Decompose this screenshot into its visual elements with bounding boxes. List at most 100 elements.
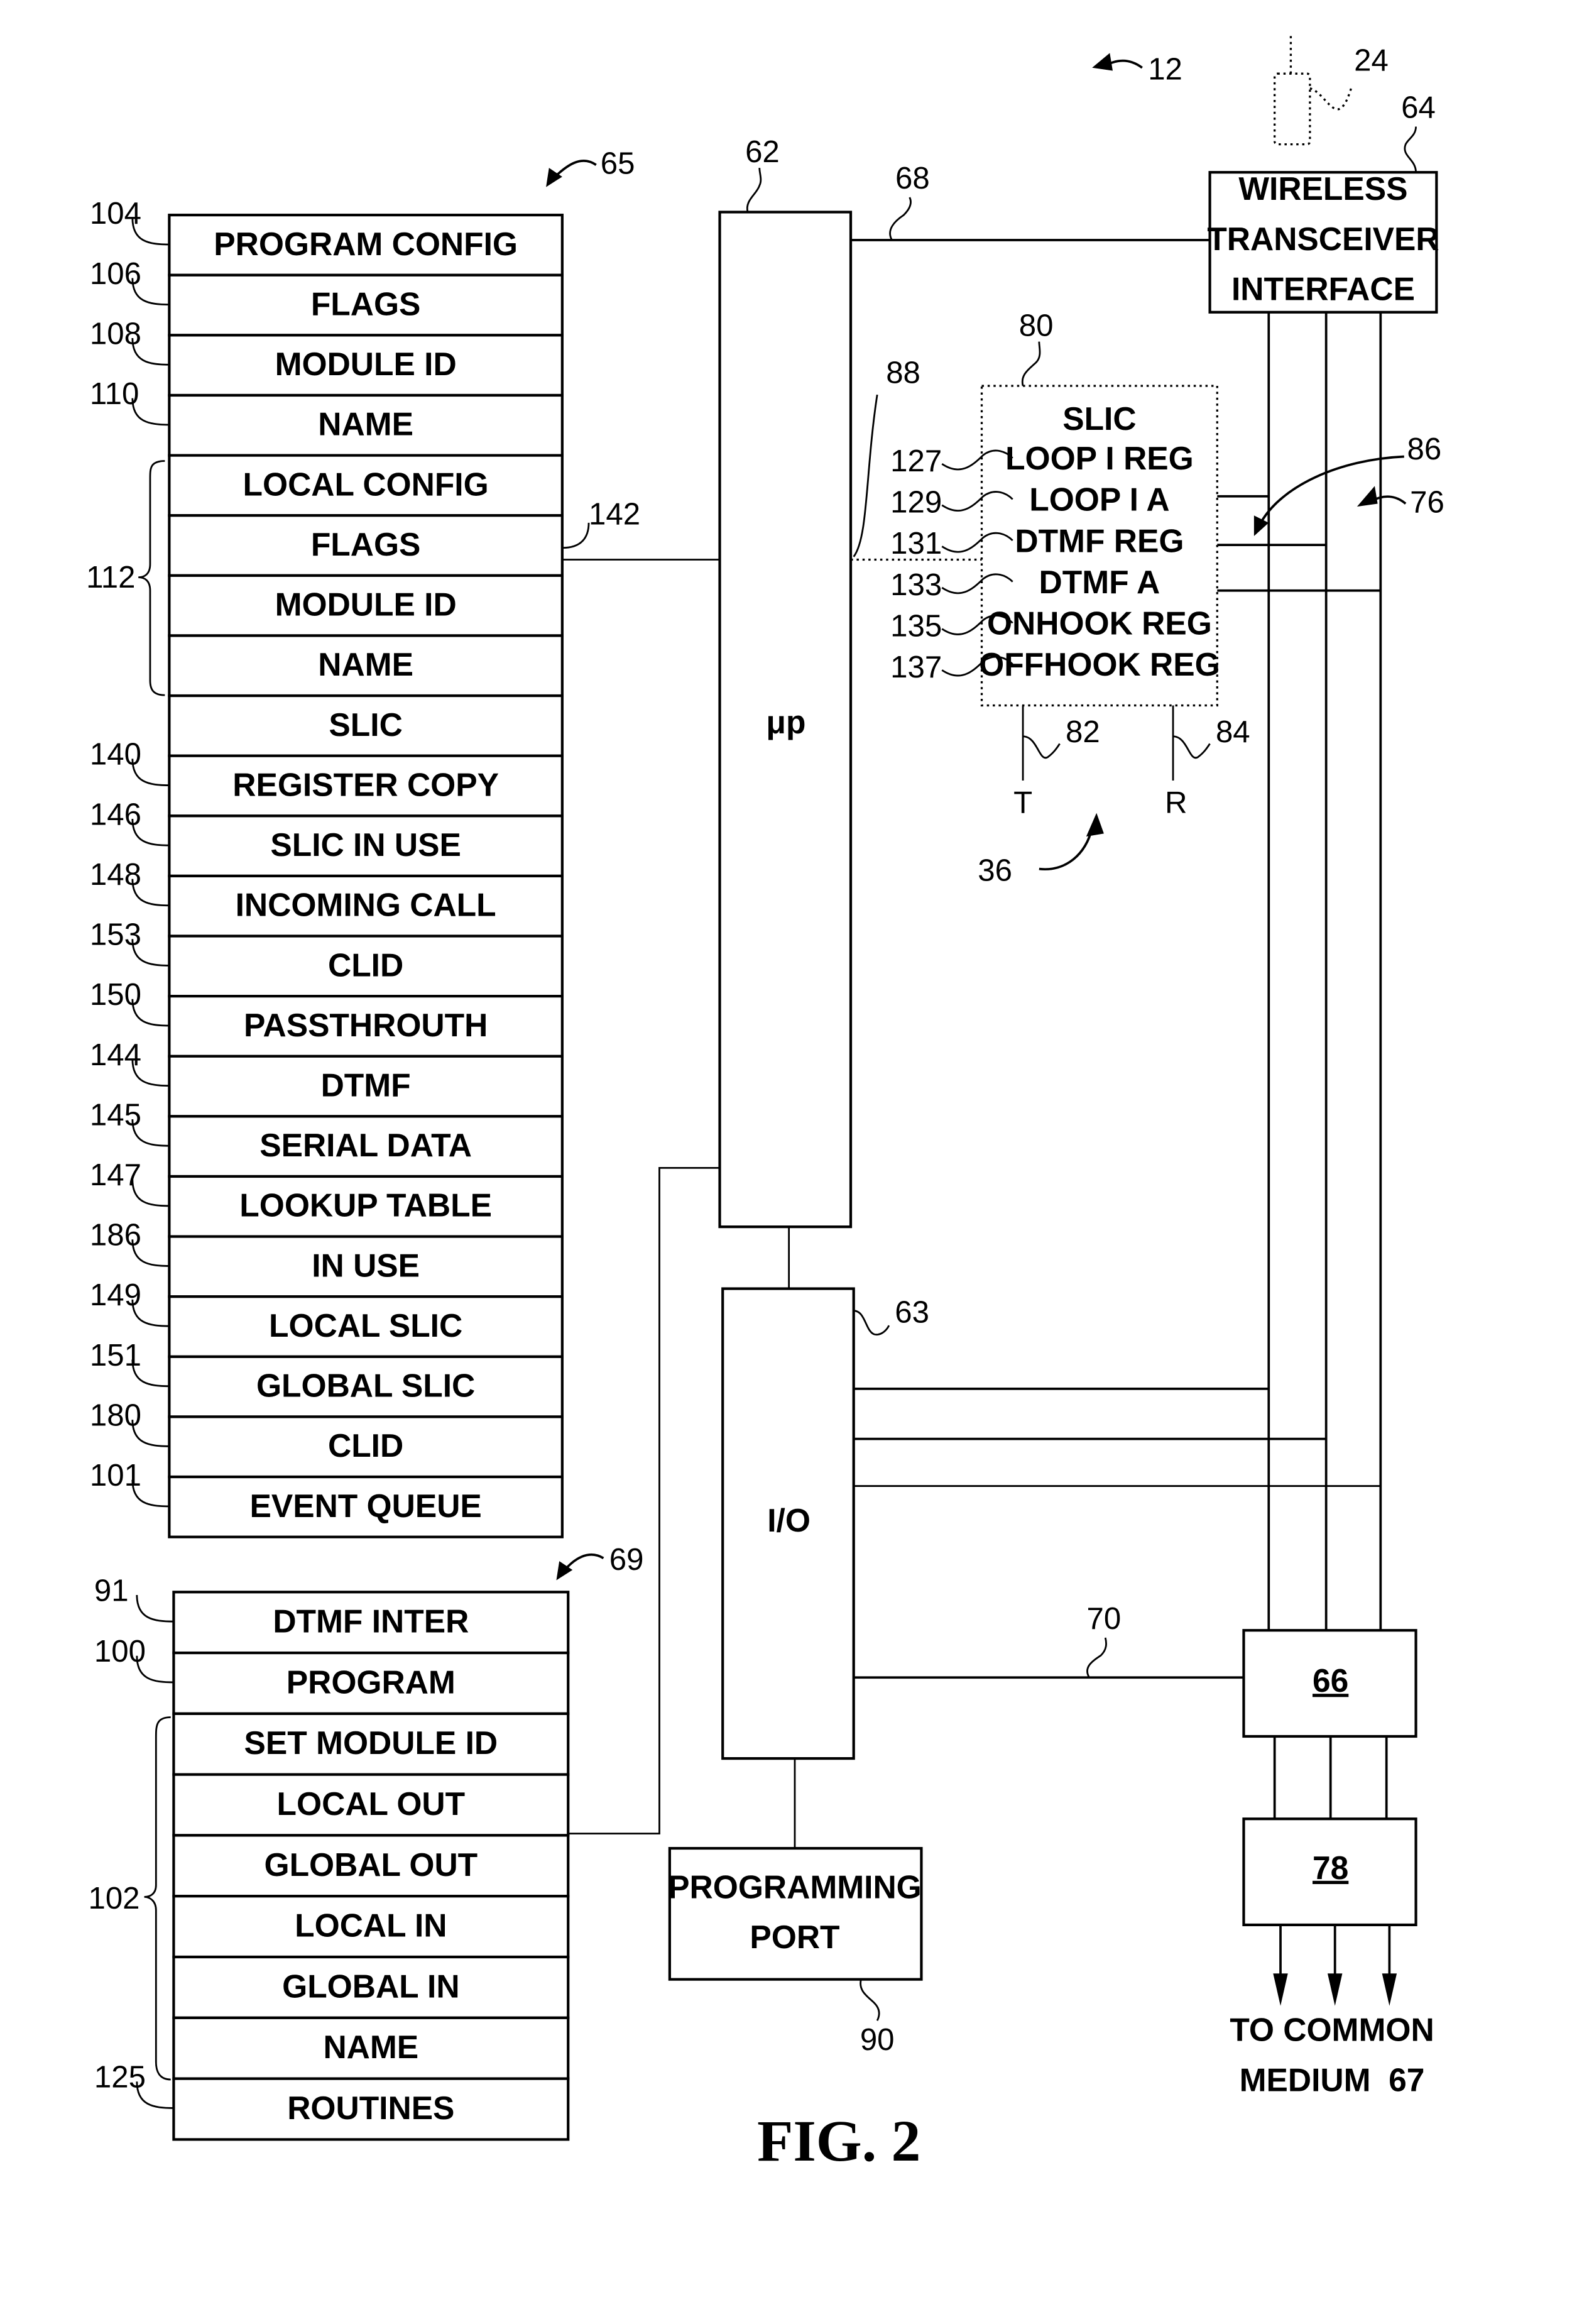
memory-69-row: SET MODULE ID [172,1712,570,1776]
ref-70: 70 [1087,1601,1122,1636]
arrow-36-icon [1086,813,1104,837]
slic-register-ref: 133 [890,567,942,602]
memory-65-cell-label: MODULE ID [275,346,457,382]
memory-65-cell-label: EVENT QUEUE [249,1488,481,1524]
slic-register-leader [941,573,1013,595]
output-arrow-2-icon [1327,1973,1343,2006]
slic-register: OFFHOOK REG 137 [890,646,1220,684]
prog-port-line-1: PROGRAMMING [668,1868,922,1905]
antenna-device-icon [1274,72,1311,146]
transceiver-line-3: INTERFACE [1231,271,1415,307]
ref-12-leader [1106,59,1143,69]
ref-36-leader [1039,827,1094,871]
memory-69-cell-label: DTMF INTER [273,1603,469,1640]
slic-register-label: OFFHOOK REG [979,646,1220,682]
ref-64-leader [1404,126,1417,173]
brace-102 [144,1716,171,2081]
box-78-label: 78 [1313,1850,1348,1886]
memory-table-69: DTMF INTER91PROGRAM100SET MODULE IDLOCAL… [94,1573,570,2141]
memory-69-row: NAME [172,2016,570,2080]
output-lines [1279,1924,1391,1981]
ref-69: 69 [609,1542,644,1577]
ref-70-leader [1086,1637,1107,1678]
tip-label: T [1013,786,1032,820]
arrow-12-icon [1092,53,1113,71]
slic-register-ref: 135 [890,608,942,643]
memory-65-cell-label: SERIAL DATA [259,1127,472,1163]
memory-65-cell-label: SLIC IN USE [270,826,461,863]
memory-69-cell-label: GLOBAL IN [282,1968,459,2004]
ref-62: 62 [745,134,780,169]
ref-86-leader [1258,455,1404,525]
slic-register: LOOP I REG 127 [890,440,1194,478]
memory-69-ref-leader [136,1594,174,1623]
memory-65-cell-label: LOOKUP TABLE [239,1187,492,1224]
ref-63-leader [853,1310,890,1336]
slic-register-leader [941,532,1013,553]
ref-86: 86 [1407,432,1441,466]
memory-65-cell-label: DTMF [321,1066,411,1103]
ref-80-leader [1021,341,1041,386]
memory-65-row: SLIC [168,694,564,757]
memory-65-cell-label: CLID [328,946,403,983]
ref-76: 76 [1410,485,1444,520]
memory-65-cell-label: LOCAL SLIC [269,1307,462,1344]
arrow-76-icon [1357,486,1378,507]
slic-register-leader [941,491,1013,512]
memory-69-row: LOCAL OUT [172,1773,570,1837]
slic-register-label: DTMF REG [1015,522,1184,559]
ref-64: 64 [1401,90,1436,124]
memory-65-row: PROGRAM CONFIG104 [90,196,564,277]
local-out-link-line [568,1166,720,1835]
slic-register-ref: 131 [890,526,942,561]
memory-table-65: PROGRAM CONFIG104FLAGS106MODULE ID108NAM… [90,196,564,1538]
io-label: I/O [767,1502,811,1538]
memory-69-row: LOCAL IN [172,1895,570,1959]
transceiver-line-2: TRANSCEIVER [1207,221,1439,257]
ref-82-leader [1022,735,1061,759]
memory-65-cell-label: LOCAL CONFIG [243,466,489,502]
ref-62-leader [746,168,762,212]
memory-65-ref-number: 110 [90,376,139,411]
output-arrow-1-icon [1273,1973,1288,2006]
slic-title: SLIC [1062,400,1136,437]
memory-69-cell-label: PROGRAM [287,1664,456,1700]
memory-65-cell-label: FLAGS [311,526,421,562]
box-66-78-links [1273,1736,1388,1819]
output-line-2: MEDIUM 67 [1240,2061,1425,2098]
memory-69-row: GLOBAL OUT [172,1834,570,1898]
ref-142: 142 [589,496,640,531]
memory-69-cell-label: GLOBAL OUT [265,1846,478,1883]
slic-register-ref: 137 [890,650,942,684]
ref-88-leader [853,394,878,557]
ref-84-leader [1172,735,1211,759]
ref-24-leader [1309,87,1353,111]
memory-65-cell-label: INCOMING CALL [236,887,496,923]
output-line-1: TO COMMON [1230,2012,1434,2048]
memory-69-ref-number: 91 [94,1573,129,1608]
ref-112: 112 [86,560,135,595]
memory-65-cell-label: REGISTER COPY [232,766,499,803]
prog-port-line-2: PORT [750,1919,839,1955]
memory-69-cell-label: LOCAL OUT [277,1785,466,1822]
ref-88: 88 [886,355,920,390]
memory-65-cell-label: MODULE ID [275,586,457,623]
memory-65-cell-label: FLAGS [311,286,421,322]
slic-register-leader [941,449,1013,471]
slic-register-label: LOOP I REG [1005,440,1194,476]
ref-63: 63 [895,1295,929,1329]
transceiver-line-1: WIRELESS [1238,170,1407,207]
slic-register: DTMF REG 131 [890,522,1184,561]
ref-90: 90 [860,2022,895,2057]
memory-65-cell-label: GLOBAL SLIC [256,1368,475,1404]
slic-register: ONHOOK REG 135 [890,605,1212,644]
microprocessor-label: μp [766,704,805,740]
memory-69-cell-label: LOCAL IN [295,1907,447,1944]
ref-68-leader [889,197,912,241]
arrow-86-icon [1253,515,1269,537]
ref-102: 102 [88,1881,139,1916]
ref-36: 36 [978,853,1012,887]
memory-65-row: LOCAL CONFIG [168,454,564,517]
slic-register: LOOP I A 129 [890,481,1169,520]
patent-figure-2: PROGRAM CONFIG104FLAGS106MODULE ID108NAM… [86,32,1444,2174]
